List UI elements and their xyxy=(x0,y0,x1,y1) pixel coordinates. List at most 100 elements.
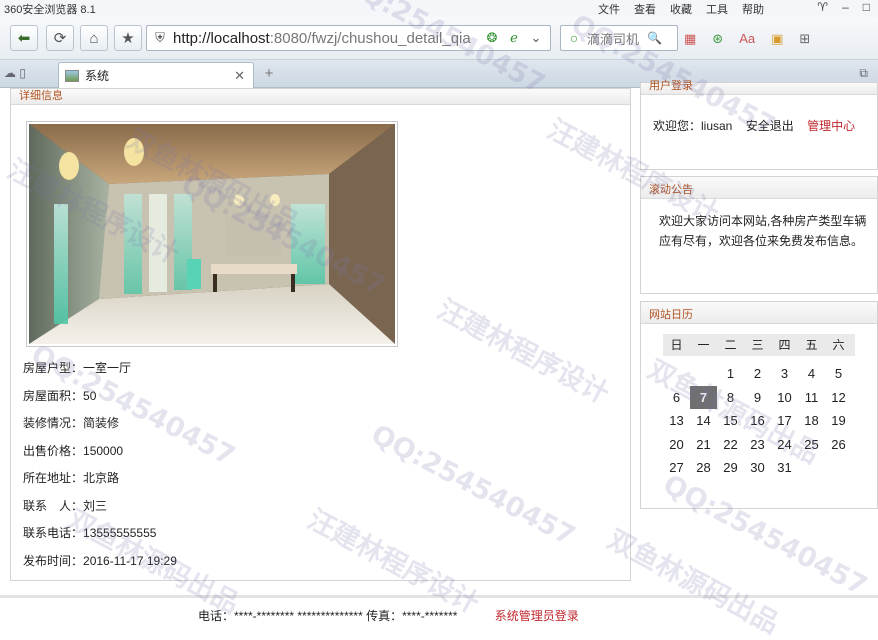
calendar-day[interactable]: 15 xyxy=(717,409,744,433)
calendar-day[interactable]: 24 xyxy=(771,433,798,457)
calendar-weekday: 六 xyxy=(832,338,845,352)
calendar-day[interactable]: 30 xyxy=(744,456,771,480)
search-icon[interactable]: 🔍 xyxy=(647,31,662,45)
calendar-day[interactable]: 25 xyxy=(798,433,825,457)
calendar-weekday: 四 xyxy=(778,338,791,352)
calendar-day[interactable]: 19 xyxy=(825,409,852,433)
detail-panel-header: 详细信息 xyxy=(11,89,630,105)
logout-link[interactable]: 安全退出 xyxy=(746,119,794,133)
back-arrow-icon: ⬅ xyxy=(17,30,31,47)
refresh-button[interactable]: ⟳ xyxy=(46,25,74,51)
ie-mode-icon[interactable]: ℯ xyxy=(503,30,525,46)
calendar-day[interactable]: 11 xyxy=(798,386,825,410)
login-status: 欢迎您：liusan 安全退出 管理中心 xyxy=(641,95,877,134)
tab-system[interactable]: 系统 ✕ xyxy=(58,62,254,88)
calendar-day[interactable]: 4 xyxy=(798,362,825,386)
calendar-day[interactable]: 9 xyxy=(744,386,771,410)
manage-center-link[interactable]: 管理中心 xyxy=(807,119,855,133)
calendar-day[interactable]: 23 xyxy=(744,433,771,457)
notice-text: 欢迎大家访问本网站,各种房产类型车辆应有尽有，欢迎各位来免费发布信息。 xyxy=(659,214,867,248)
calendar-weekday: 一 xyxy=(697,338,710,352)
browser-title: 360安全浏览器 8.1 xyxy=(4,4,96,16)
calendar-day[interactable]: 2 xyxy=(744,362,771,386)
calendar-title: 网站日历 xyxy=(649,309,693,321)
menu-favorites[interactable]: 收藏 xyxy=(670,1,692,17)
minimize-icon[interactable]: – xyxy=(842,0,849,14)
detail-title: 详细信息 xyxy=(19,90,63,102)
screenshot-icon[interactable]: ▣ xyxy=(771,31,783,47)
calendar-day[interactable]: 3 xyxy=(771,362,798,386)
calendar-day[interactable]: 8 xyxy=(717,386,744,410)
favorite-button[interactable]: ★ xyxy=(114,25,142,51)
detail-value: 150000 xyxy=(83,443,124,458)
menu-view[interactable]: 查看 xyxy=(634,1,656,17)
calendar-day[interactable]: 18 xyxy=(798,409,825,433)
shield-icon: ⛨ xyxy=(155,30,165,45)
page-content: 详细信息 房屋户型：一室一厅 房屋面积：50 装修情况：简装修 出售价格：150… xyxy=(0,80,878,640)
calendar-day[interactable]: 14 xyxy=(690,409,717,433)
calendar-day[interactable]: 6 xyxy=(663,386,690,410)
calendar-weekday: 日 xyxy=(670,338,683,352)
calendar-weekday: 三 xyxy=(751,338,764,352)
user-cloud-icon[interactable]: ☁ ▯ xyxy=(4,66,26,80)
home-button[interactable]: ⌂ xyxy=(80,25,108,51)
calendar-day[interactable]: 26 xyxy=(825,433,852,457)
security-icon[interactable]: ⊛ xyxy=(712,31,723,47)
calendar-day[interactable]: 10 xyxy=(771,386,798,410)
menu-help[interactable]: 帮助 xyxy=(742,1,764,17)
login-title: 用户登录 xyxy=(649,80,693,92)
calendar-day[interactable]: 28 xyxy=(690,456,717,480)
close-icon[interactable]: ✕ xyxy=(234,68,245,84)
detail-row-publish-time: 发布时间：2016-11-17 19:29 xyxy=(23,552,177,580)
shirt-skin-icon[interactable]: ♈ xyxy=(817,0,828,14)
tab-label: 系统 xyxy=(85,69,110,83)
translate-icon[interactable]: Aa xyxy=(739,31,755,47)
chevron-down-icon[interactable]: ⌄ xyxy=(525,30,547,46)
calendar-day[interactable]: 29 xyxy=(717,456,744,480)
detail-label: 发布时间： xyxy=(23,553,84,568)
star-icon: ★ xyxy=(121,30,135,47)
calendar-day[interactable]: 21 xyxy=(690,433,717,457)
admin-login-link[interactable]: 系统管理员登录 xyxy=(495,609,579,623)
calendar-days: 1 2 3 4 5 6 7 8 9 10 11 12 13 14 15 16 17 18 19 20 21 22 23 24 2… xyxy=(663,362,855,480)
calendar-day[interactable]: 12 xyxy=(825,386,852,410)
footer-contact: 电话：****-******** ************** 传真：****-… xyxy=(198,609,458,623)
calendar-day[interactable]: 13 xyxy=(663,409,690,433)
calendar-day[interactable]: 20 xyxy=(663,433,690,457)
calendar-day[interactable]: 1 xyxy=(717,362,744,386)
search-engine-icon[interactable]: ○ xyxy=(561,30,587,46)
tab-list-icon[interactable]: ⧉ xyxy=(859,66,868,81)
speed-icon[interactable]: ❂ xyxy=(481,30,503,46)
maximize-icon[interactable]: □ xyxy=(863,0,870,14)
detail-label: 房屋面积： xyxy=(23,388,84,403)
house-photo xyxy=(26,121,398,347)
url-path: :8080/fwzj/chushou_detail_qia xyxy=(269,29,471,47)
calendar-day[interactable]: 22 xyxy=(717,433,744,457)
detail-row-contact: 联系 人：刘三 xyxy=(23,497,177,525)
calendar: 日一二三四五六 1 2 3 4 5 6 7 8 9 10 11 12 13 14 15 16 17 18 19 20 2… xyxy=(663,334,855,480)
detail-row-address: 所在地址：北京路 xyxy=(23,469,177,497)
welcome-text: 欢迎您：liusan xyxy=(653,119,733,133)
search-box[interactable]: ○ 滴滴司机 🔍 xyxy=(560,25,678,51)
apps-icon[interactable]: ▦ xyxy=(684,31,696,47)
game-icon[interactable]: ⊞ xyxy=(799,31,810,47)
calendar-day[interactable]: 16 xyxy=(744,409,771,433)
new-tab-icon[interactable]: + xyxy=(258,65,280,85)
menu-tools[interactable]: 工具 xyxy=(706,1,728,17)
notice-box: 滚动公告 欢迎大家访问本网站,各种房产类型车辆应有尽有，欢迎各位来免费发布信息。 xyxy=(640,176,878,294)
address-bar[interactable]: ⛨ http://localhost:8080/fwzj/chushou_det… xyxy=(146,25,551,51)
search-input[interactable]: 滴滴司机 xyxy=(587,29,639,48)
detail-label: 装修情况： xyxy=(23,416,84,430)
calendar-day[interactable]: 27 xyxy=(663,456,690,480)
calendar-day[interactable]: 7 xyxy=(690,385,717,409)
user-login-box: 用户登录 欢迎您：liusan 安全退出 管理中心 xyxy=(640,80,878,170)
detail-value: 50 xyxy=(83,388,97,403)
detail-value: 刘三 xyxy=(83,498,108,513)
calendar-empty-cell xyxy=(690,362,717,386)
back-button[interactable]: ⬅ xyxy=(10,25,38,51)
address-url[interactable]: http://localhost:8080/fwzj/chushou_detai… xyxy=(173,30,481,47)
calendar-day[interactable]: 17 xyxy=(771,409,798,433)
calendar-day[interactable]: 31 xyxy=(771,456,798,480)
menu-file[interactable]: 文件 xyxy=(598,1,620,17)
calendar-day[interactable]: 5 xyxy=(825,362,852,386)
